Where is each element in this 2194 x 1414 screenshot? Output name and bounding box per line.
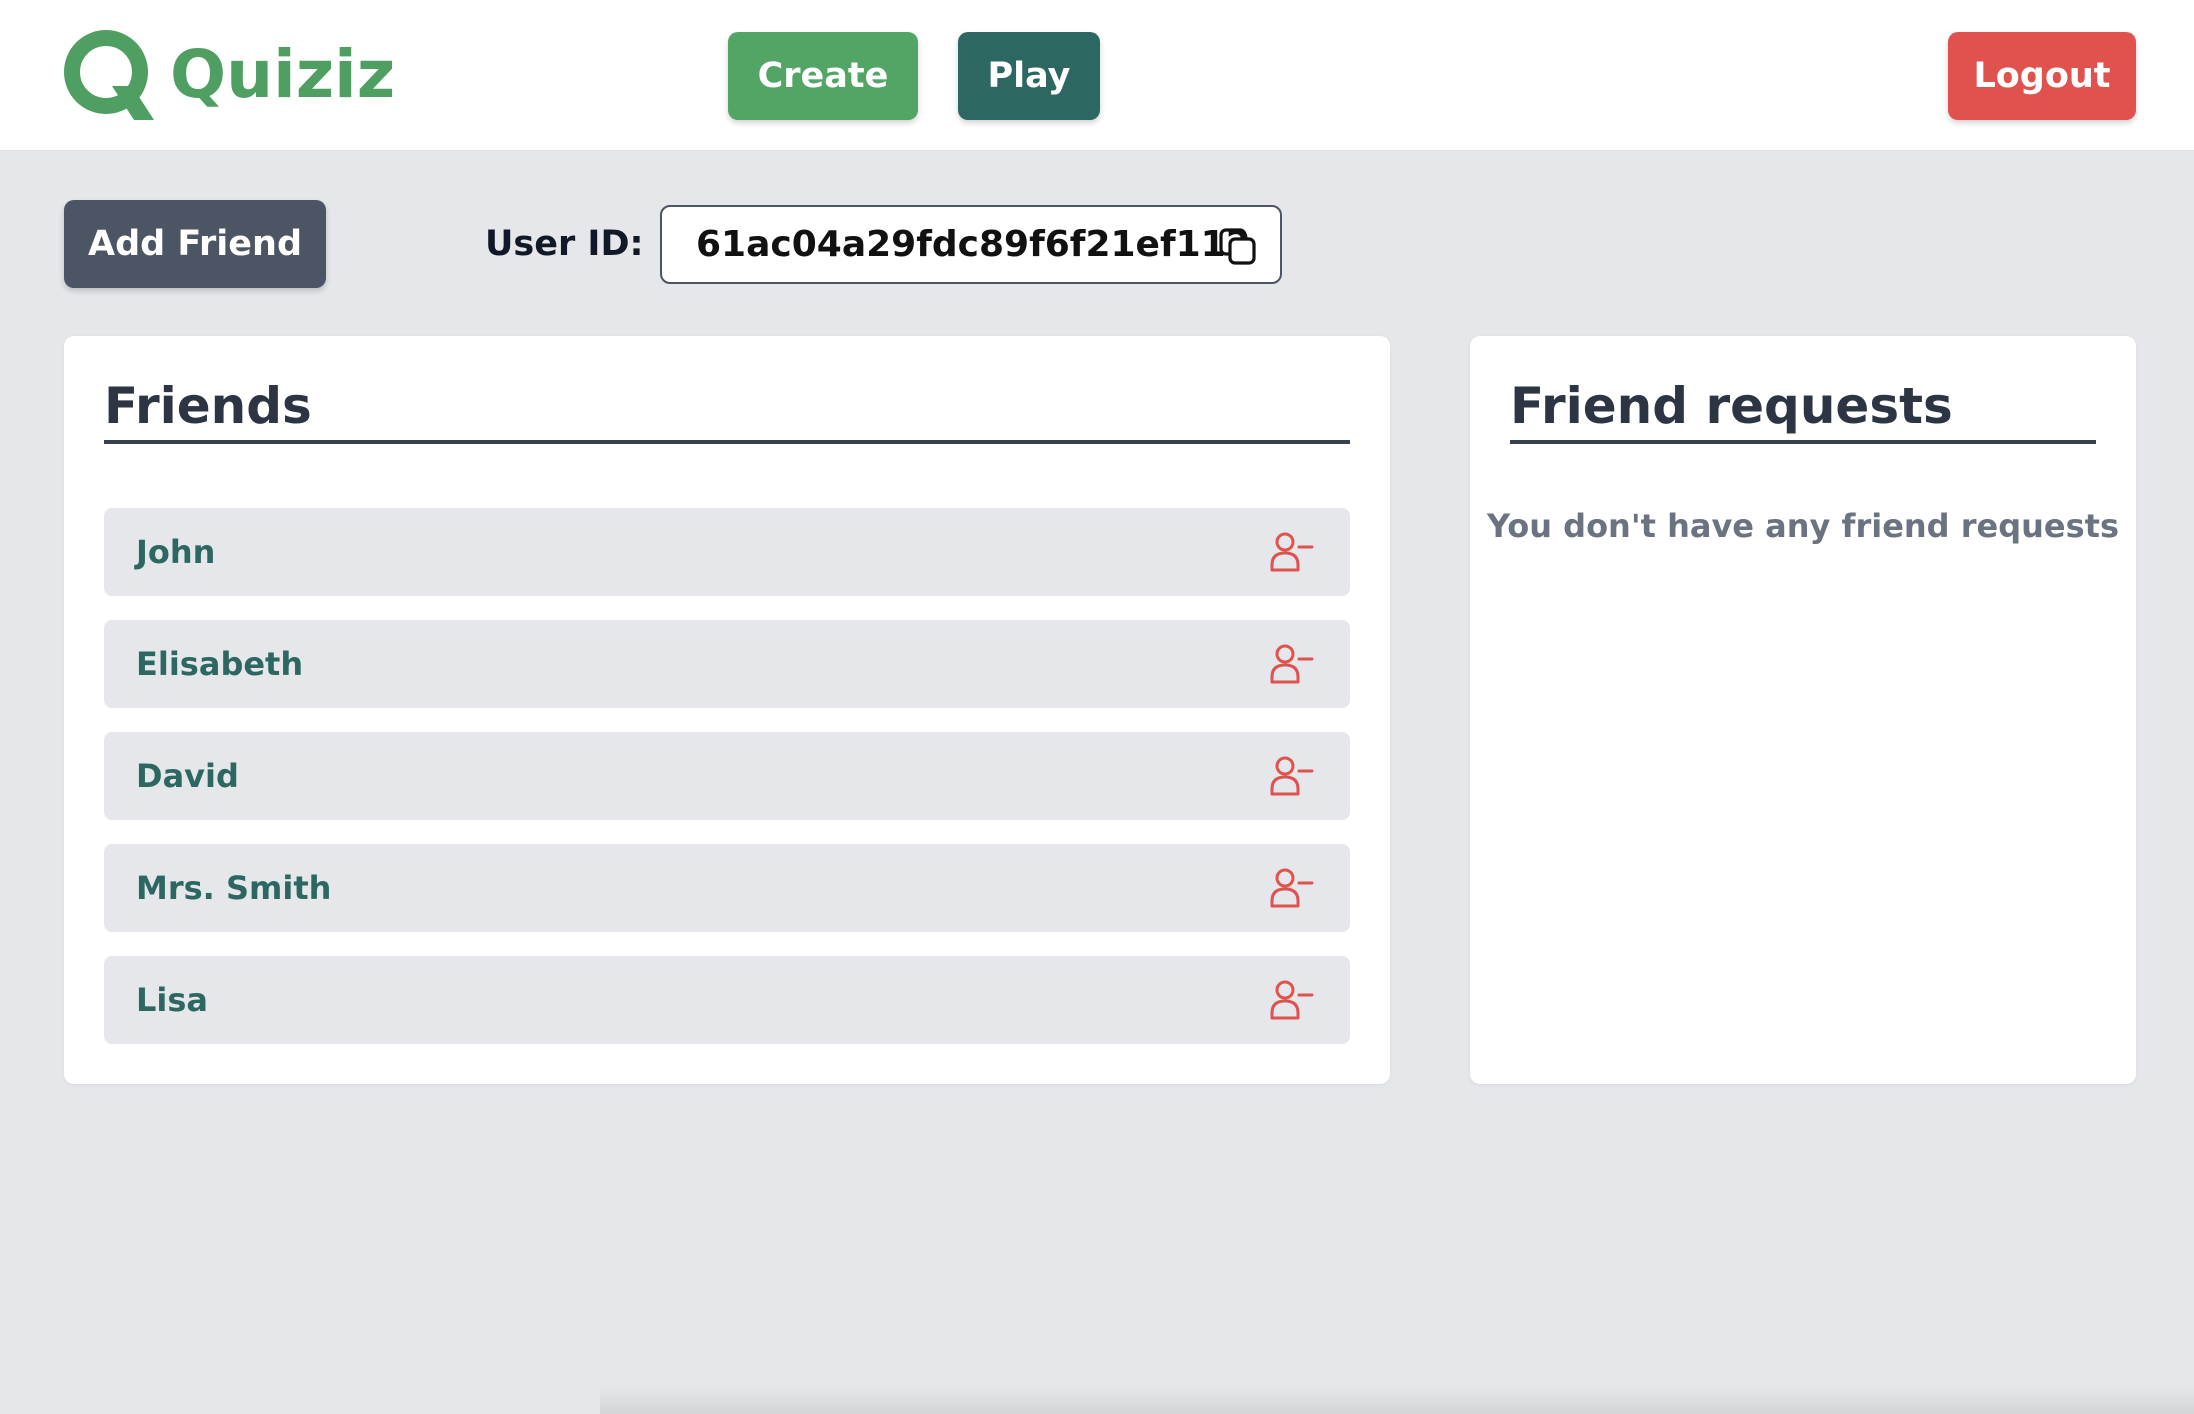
friend-name[interactable]: Lisa (136, 956, 208, 1044)
user-minus-icon[interactable] (1270, 978, 1314, 1022)
logo[interactable]: Quiziz (62, 28, 395, 122)
friend-requests-empty-message: You don't have any friend requests (1487, 507, 2119, 545)
friends-list: John Elisabeth David Mrs. Smith Lisa (104, 508, 1350, 1068)
user-minus-icon[interactable] (1270, 866, 1314, 910)
top-nav: Quiziz Create Play Logout (0, 0, 2194, 151)
friend-row[interactable]: David (104, 732, 1350, 820)
user-id-field[interactable]: 61ac04a29fdc89f6f21ef112 (660, 205, 1282, 284)
user-id-label: User ID: (485, 224, 644, 264)
user-minus-icon[interactable] (1270, 530, 1314, 574)
copy-icon[interactable] (1218, 227, 1258, 267)
friend-name[interactable]: Elisabeth (136, 620, 303, 708)
logout-button[interactable]: Logout (1948, 32, 2136, 120)
friend-name[interactable]: Mrs. Smith (136, 844, 331, 932)
friends-card: Friends John Elisabeth David Mrs. Smith … (64, 336, 1390, 1084)
user-minus-icon[interactable] (1270, 754, 1314, 798)
add-friend-button[interactable]: Add Friend (64, 200, 326, 288)
play-button[interactable]: Play (958, 32, 1100, 120)
window-edge-shadow (600, 1386, 2194, 1414)
page: Quiziz Create Play Logout Add Friend Use… (0, 0, 2194, 1414)
friend-row[interactable]: John (104, 508, 1350, 596)
user-id-value[interactable]: 61ac04a29fdc89f6f21ef112 (696, 207, 1251, 282)
friends-title: Friends (104, 377, 312, 435)
user-minus-icon[interactable] (1270, 642, 1314, 686)
friend-row[interactable]: Mrs. Smith (104, 844, 1350, 932)
friends-title-divider (104, 440, 1350, 444)
logo-text: Quiziz (170, 36, 396, 113)
quiziz-q-logo-icon (64, 30, 154, 120)
create-button[interactable]: Create (728, 32, 918, 120)
friend-row[interactable]: Lisa (104, 956, 1350, 1044)
friend-name[interactable]: David (136, 732, 239, 820)
friend-requests-title: Friend requests (1510, 377, 1953, 435)
friend-name[interactable]: John (136, 508, 215, 596)
friend-requests-title-divider (1510, 440, 2096, 444)
friend-requests-card: Friend requests You don't have any frien… (1470, 336, 2136, 1084)
friend-row[interactable]: Elisabeth (104, 620, 1350, 708)
